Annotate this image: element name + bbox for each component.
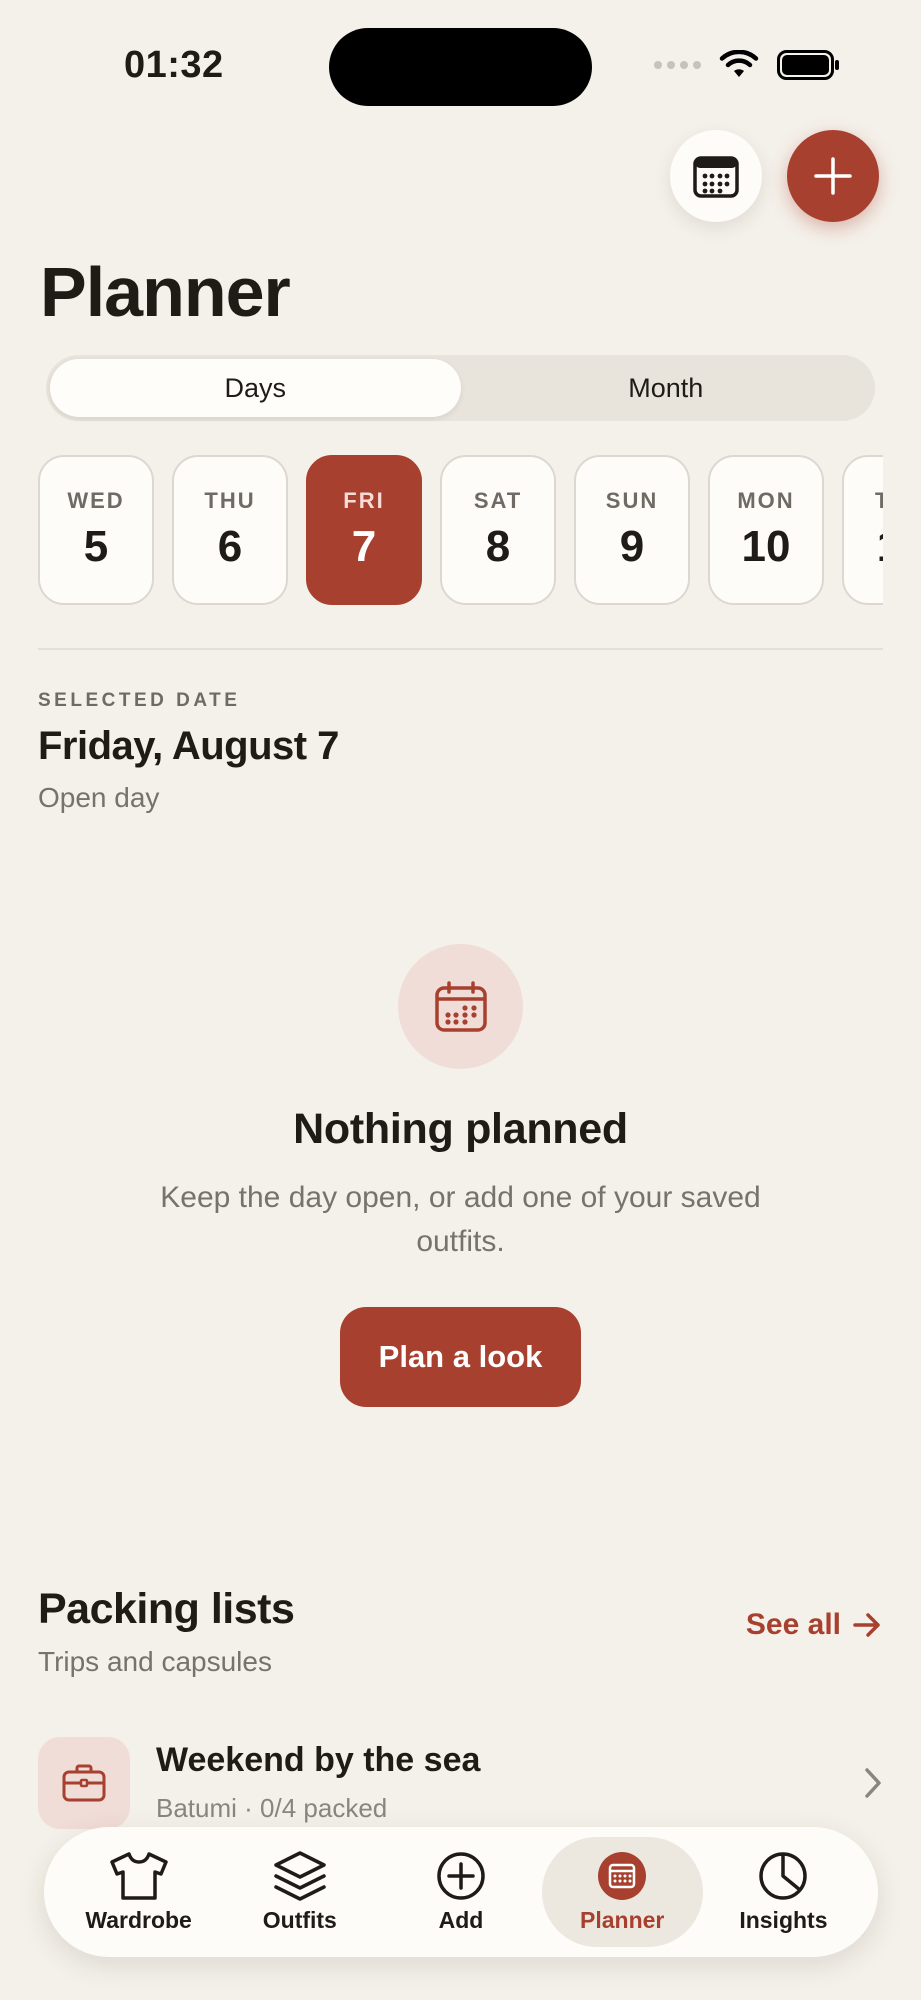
view-segmented-control: Days Month	[46, 355, 875, 421]
day-number: 5	[83, 522, 109, 571]
day-card-mon[interactable]: MON 10	[708, 455, 824, 605]
selected-date-title: Friday, August 7	[38, 724, 339, 768]
calendar-icon	[597, 1851, 647, 1901]
empty-state-icon-wrap	[398, 944, 523, 1069]
day-number: 10	[741, 522, 791, 571]
briefcase-icon	[62, 1764, 106, 1802]
divider	[38, 648, 883, 650]
day-of-week: THU	[204, 488, 256, 513]
dynamic-island	[329, 28, 592, 106]
segment-days[interactable]: Days	[50, 359, 461, 417]
day-card-wed[interactable]: WED 5	[38, 455, 154, 605]
day-number: 6	[217, 522, 243, 571]
tab-outfits[interactable]: Outfits	[219, 1837, 380, 1947]
tab-planner[interactable]: Planner	[541, 1837, 703, 1947]
selected-date-label: SELECTED DATE	[38, 690, 241, 711]
trip-name: Weekend by the sea	[156, 1741, 481, 1779]
segment-month[interactable]: Month	[461, 359, 872, 417]
day-card-sat[interactable]: SAT 8	[440, 455, 556, 605]
tab-bar: Wardrobe Outfits Add Planner Insights	[44, 1827, 878, 1957]
calendar-icon	[434, 980, 487, 1032]
day-number: 7	[351, 522, 377, 571]
empty-state-title: Nothing planned	[293, 1105, 628, 1153]
wifi-icon	[719, 50, 759, 77]
day-card-tue[interactable]: TUE 11	[842, 455, 883, 605]
day-card-fri[interactable]: FRI 7	[306, 455, 422, 605]
tab-label: Outfits	[262, 1906, 337, 1933]
tab-label: Planner	[580, 1906, 665, 1933]
trip-icon-wrap	[38, 1737, 130, 1829]
cellular-signal-icon	[654, 61, 701, 69]
add-plan-button[interactable]	[787, 130, 879, 222]
packing-lists-subtitle: Trips and capsules	[38, 1646, 272, 1677]
chevron-right-icon	[865, 1768, 881, 1798]
battery-icon	[777, 50, 839, 80]
calendar-icon	[693, 156, 739, 198]
trip-meta: Batumi · 0/4 packed	[156, 1793, 388, 1823]
plan-a-look-button[interactable]: Plan a look	[340, 1307, 581, 1407]
tshirt-icon	[107, 1851, 171, 1901]
day-of-week: SAT	[473, 488, 523, 513]
arrow-right-icon	[853, 1613, 880, 1637]
tab-label: Insights	[739, 1906, 828, 1933]
see-all-label: See all	[745, 1608, 841, 1641]
day-number: 9	[619, 522, 645, 571]
day-number: 11	[877, 522, 883, 572]
day-card-thu[interactable]: THU 6	[172, 455, 288, 605]
day-number: 8	[485, 522, 511, 571]
day-of-week: FRI	[343, 488, 385, 513]
page-title: Planner	[40, 253, 291, 331]
tab-label: Add	[438, 1906, 484, 1933]
tab-wardrobe[interactable]: Wardrobe	[58, 1837, 219, 1947]
see-all-link[interactable]: See all	[746, 1608, 881, 1642]
plus-circle-icon	[436, 1851, 486, 1901]
tab-insights[interactable]: Insights	[703, 1837, 864, 1947]
day-of-week: TUE	[875, 488, 883, 514]
calendar-view-button[interactable]	[670, 130, 762, 222]
day-of-week: WED	[67, 488, 125, 513]
packing-lists-title: Packing lists	[38, 1585, 295, 1633]
status-icons	[654, 50, 841, 80]
day-of-week: MON	[737, 488, 795, 513]
tab-label: Wardrobe	[85, 1906, 192, 1933]
day-card-sun[interactable]: SUN 9	[574, 455, 690, 605]
day-strip[interactable]: WED 5 THU 6 FRI 7 SAT 8 SUN 9 MON 10 TUE…	[38, 455, 883, 607]
selected-date-subtitle: Open day	[38, 782, 160, 813]
plus-icon	[814, 157, 852, 195]
tab-add[interactable]: Add	[380, 1837, 541, 1947]
packing-list-item[interactable]: Weekend by the sea Batumi · 0/4 packed	[38, 1737, 883, 1829]
layers-icon	[273, 1850, 327, 1901]
status-time: 01:32	[124, 44, 224, 86]
day-of-week: SUN	[605, 488, 659, 513]
pie-chart-icon	[758, 1851, 808, 1901]
empty-state-description: Keep the day open, or add one of your sa…	[160, 1181, 761, 1258]
